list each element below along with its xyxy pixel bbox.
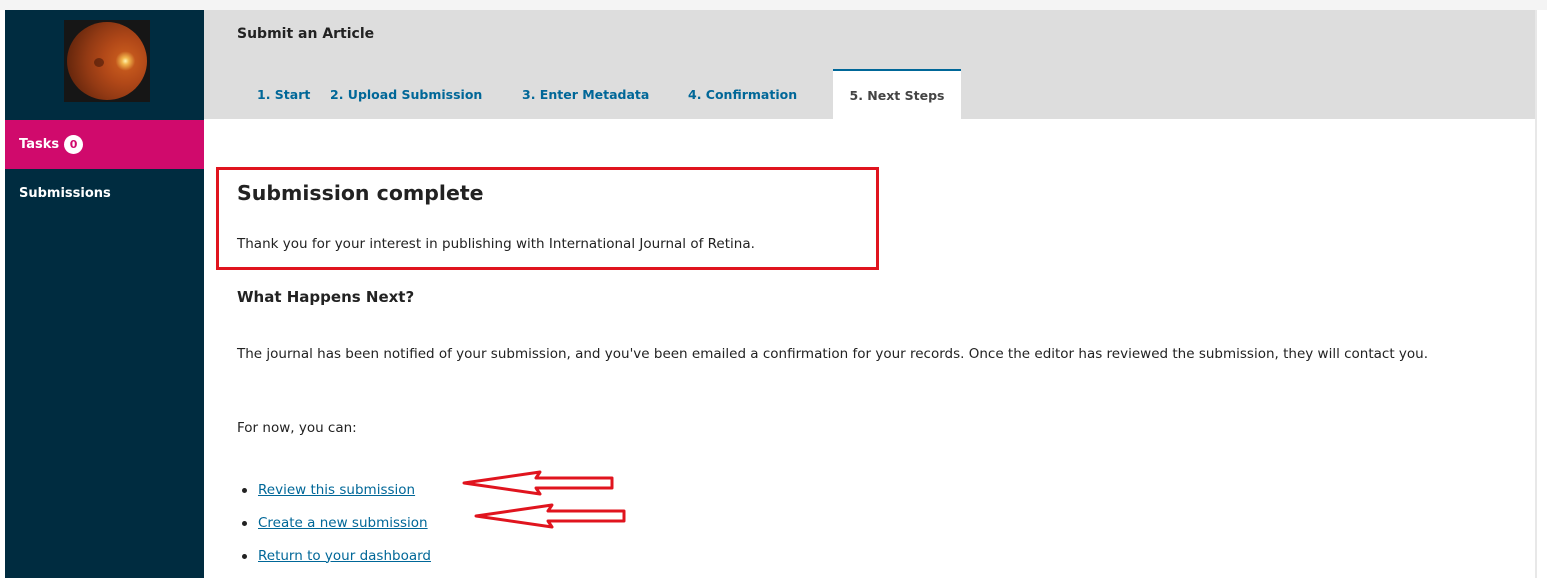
retina-image xyxy=(67,22,147,100)
what-happens-next-heading: What Happens Next? xyxy=(237,288,415,306)
annotation-arrow-icon xyxy=(474,503,626,529)
tab-next-steps[interactable]: 5. Next Steps xyxy=(833,69,961,119)
thank-you-text: Thank you for your interest in publishin… xyxy=(237,236,755,252)
list-item: Return to your dashboard xyxy=(237,539,431,572)
main-content: Submission complete Thank you for your i… xyxy=(204,119,1535,578)
create-new-submission-link[interactable]: Create a new submission xyxy=(258,515,428,531)
tab-start[interactable]: 1. Start xyxy=(257,69,310,119)
sidebar-item-submissions[interactable]: Submissions xyxy=(5,169,204,218)
sidebar-item-label: Tasks xyxy=(19,137,60,152)
next-actions-list: Review this submission Create a new subm… xyxy=(237,473,431,572)
right-edge-divider xyxy=(1535,10,1537,578)
fovea-spot xyxy=(94,58,104,67)
for-now-text: For now, you can: xyxy=(237,420,357,436)
sidebar: Tasks 0 Submissions xyxy=(5,10,204,578)
return-to-dashboard-link[interactable]: Return to your dashboard xyxy=(258,548,431,564)
submission-complete-heading: Submission complete xyxy=(237,181,484,205)
annotation-arrow-icon xyxy=(462,470,614,496)
sidebar-item-label: Submissions xyxy=(19,186,111,201)
page-title: Submit an Article xyxy=(237,26,375,42)
list-item: Create a new submission xyxy=(237,506,431,539)
top-strip xyxy=(0,0,1547,10)
page-header: Submit an Article 1. Start 2. Upload Sub… xyxy=(204,10,1535,119)
tab-confirmation[interactable]: 4. Confirmation xyxy=(688,69,797,119)
review-submission-link[interactable]: Review this submission xyxy=(258,482,415,498)
tasks-count-badge: 0 xyxy=(64,135,84,154)
notification-paragraph: The journal has been notified of your su… xyxy=(237,346,1429,362)
list-item: Review this submission xyxy=(237,473,431,506)
sidebar-item-tasks[interactable]: Tasks 0 xyxy=(5,120,204,169)
journal-logo[interactable] xyxy=(64,20,150,102)
tab-enter-metadata[interactable]: 3. Enter Metadata xyxy=(522,69,649,119)
tab-upload-submission[interactable]: 2. Upload Submission xyxy=(330,69,482,119)
